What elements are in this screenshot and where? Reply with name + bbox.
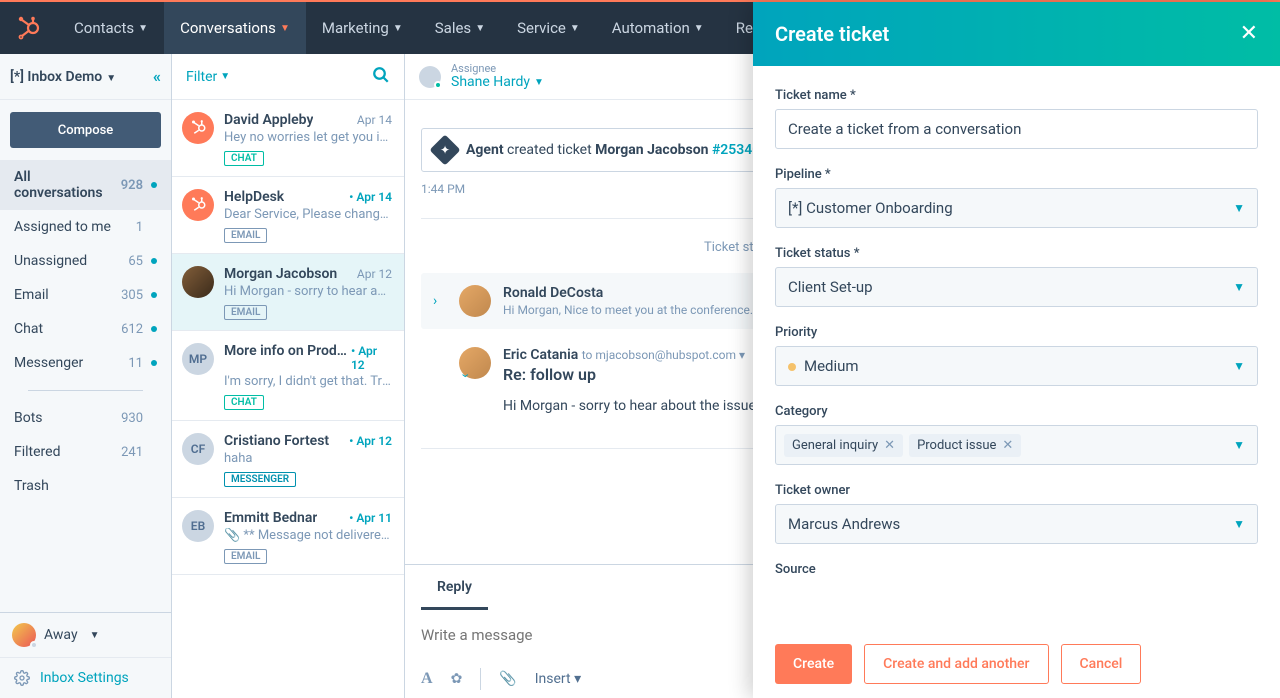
ticket-owner-select[interactable]: Marcus Andrews▼ — [775, 504, 1258, 544]
conversation-avatar-icon: MP — [182, 343, 214, 375]
ticket-status-select[interactable]: Client Set-up▼ — [775, 267, 1258, 307]
inbox-selector[interactable]: [*] Inbox Demo▼ — [10, 69, 116, 85]
gear-icon — [14, 670, 30, 686]
recipient[interactable]: to mjacobson@hubspot.com ▾ — [582, 348, 745, 362]
chevron-right-icon[interactable]: › — [433, 293, 447, 309]
category-multiselect[interactable]: General inquiry ✕Product issue ✕▼ — [775, 425, 1258, 465]
create-button[interactable]: Create — [775, 644, 852, 684]
sidebar-view[interactable]: All conversations928 — [0, 160, 171, 210]
create-and-add-another-button[interactable]: Create and add another — [864, 644, 1048, 684]
assignee-avatar-icon — [419, 66, 441, 88]
priority-select[interactable]: Medium▼ — [775, 346, 1258, 386]
sidebar-view[interactable]: Chat612 — [0, 312, 171, 346]
ticket-owner-label: Ticket owner — [775, 483, 1258, 498]
category-label: Category — [775, 404, 1258, 419]
assignee-selector[interactable]: Shane Hardy▼ — [451, 74, 544, 90]
pipeline-label: Pipeline * — [775, 167, 1258, 182]
nav-conversations[interactable]: Conversations ▼ — [164, 2, 306, 54]
nav-automation[interactable]: Automation ▼ — [596, 2, 720, 54]
font-format-icon[interactable]: A — [421, 670, 433, 688]
sidebar-view[interactable]: Unassigned65 — [0, 244, 171, 278]
close-icon[interactable]: ✕ — [1240, 23, 1258, 45]
nav-contacts[interactable]: Contacts ▼ — [58, 2, 164, 54]
inbox-sidebar: [*] Inbox Demo▼ « Compose All conversati… — [0, 54, 172, 698]
sender-name: Eric Catania — [503, 347, 578, 363]
category-chip[interactable]: General inquiry ✕ — [784, 434, 903, 457]
conversation-avatar-icon — [182, 112, 214, 144]
conversation-item[interactable]: CFCristiano FortestApr 12hahaMESSENGER — [172, 421, 404, 498]
sidebar-view[interactable]: Messenger11 — [0, 346, 171, 380]
conversation-avatar-icon — [182, 189, 214, 221]
nav-marketing[interactable]: Marketing ▼ — [306, 2, 419, 54]
filter-button[interactable]: Filter▼ — [186, 69, 230, 85]
conversation-item[interactable]: EBEmmitt BednarApr 11📎 ** Message not de… — [172, 498, 404, 575]
sidebar-view[interactable]: Filtered241 — [0, 435, 171, 469]
sidebar-view[interactable]: Trash — [0, 469, 171, 503]
presence-selector[interactable]: Away ▼ — [0, 613, 171, 657]
chip-remove-icon[interactable]: ✕ — [1002, 438, 1013, 453]
panel-title: Create ticket — [775, 22, 889, 46]
conversation-item[interactable]: David ApplebyApr 14Hey no worries let ge… — [172, 100, 404, 177]
compose-button[interactable]: Compose — [10, 112, 161, 148]
inbox-settings-label: Inbox Settings — [40, 670, 129, 686]
conversation-item[interactable]: HelpDeskApr 14Dear Service, Please chang… — [172, 177, 404, 254]
hubspot-logo-icon — [16, 16, 40, 40]
chip-remove-icon[interactable]: ✕ — [884, 438, 895, 453]
search-icon[interactable] — [372, 66, 390, 88]
nav-sales[interactable]: Sales ▼ — [419, 2, 501, 54]
attachment-icon[interactable]: 📎 — [499, 671, 516, 687]
sender-avatar-icon — [459, 285, 491, 317]
conversation-avatar-icon — [182, 266, 214, 298]
category-chip[interactable]: Product issue ✕ — [909, 434, 1021, 457]
user-avatar-icon — [12, 623, 36, 647]
conversation-avatar-icon: EB — [182, 510, 214, 542]
pipeline-select[interactable]: [*] Customer Onboarding▼ — [775, 188, 1258, 228]
ticket-status-label: Ticket status * — [775, 246, 1258, 261]
ticket-name-input[interactable] — [775, 109, 1258, 149]
sidebar-view[interactable]: Assigned to me1 — [0, 210, 171, 244]
conversation-item[interactable]: Morgan JacobsonApr 12Hi Morgan - sorry t… — [172, 254, 404, 331]
sidebar-view[interactable]: Bots930 — [0, 401, 171, 435]
inbox-settings-link[interactable]: Inbox Settings — [0, 657, 171, 698]
reply-tab[interactable]: Reply — [421, 565, 488, 610]
conversation-avatar-icon: CF — [182, 433, 214, 465]
ticket-icon: ✦ — [429, 134, 460, 165]
conversation-item[interactable]: MPMore info on Produ...Apr 12I'm sorry, … — [172, 331, 404, 421]
create-ticket-panel: Create ticket ✕ Ticket name * Pipeline *… — [753, 2, 1280, 698]
cancel-button[interactable]: Cancel — [1061, 644, 1142, 684]
nav-service[interactable]: Service ▼ — [501, 2, 596, 54]
assignee-label: Assignee — [451, 63, 544, 74]
presence-label: Away — [44, 627, 78, 643]
ticket-name-label: Ticket name * — [775, 88, 1258, 103]
priority-label: Priority — [775, 325, 1258, 340]
collapse-sidebar-icon[interactable]: « — [153, 67, 161, 86]
source-label: Source — [775, 562, 1258, 577]
sidebar-view[interactable]: Email305 — [0, 278, 171, 312]
conversation-list: Filter▼ David ApplebyApr 14Hey no worrie… — [172, 54, 405, 698]
insert-menu[interactable]: Insert ▾ — [535, 671, 581, 687]
personalize-icon[interactable]: ✿ — [451, 671, 463, 687]
chevron-down-icon[interactable]: › — [407, 374, 474, 388]
